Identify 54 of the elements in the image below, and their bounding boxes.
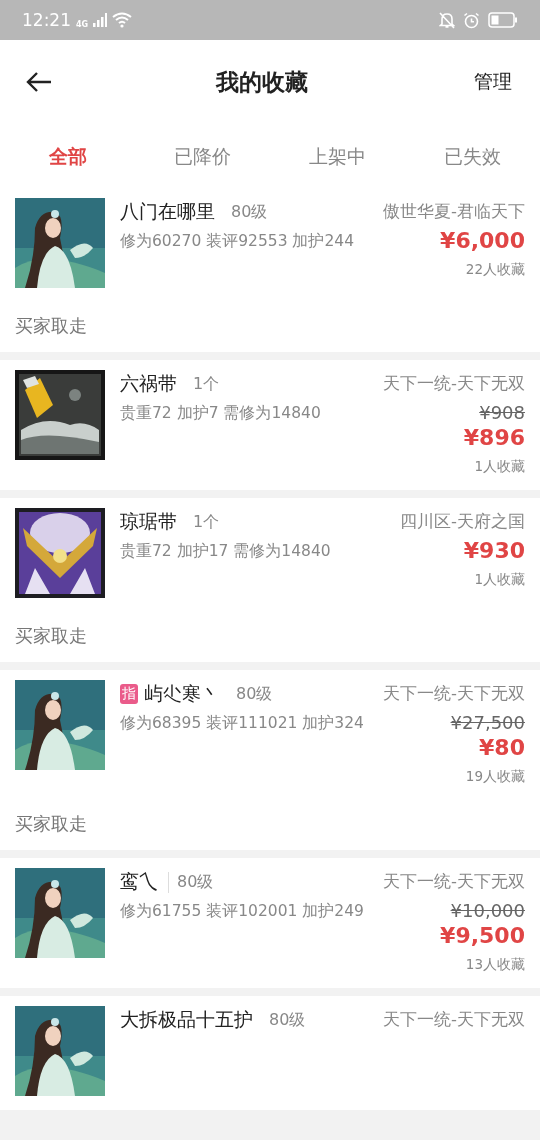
server-name: 天下一统-天下无双 xyxy=(383,683,525,705)
price: ¥930 xyxy=(463,538,525,563)
status-note: 买家取走 xyxy=(15,812,88,836)
item-level: 80级 xyxy=(231,201,268,223)
signal-icon xyxy=(93,13,108,27)
item-level: 1个 xyxy=(193,373,220,395)
muted-bell-icon xyxy=(439,11,455,29)
item-name: 琼琚带 xyxy=(120,509,177,534)
item-stats: 修为60270 装评92553 加护244 xyxy=(120,231,356,252)
filter-tab[interactable]: 已降价 xyxy=(135,136,270,178)
item-level: 1个 xyxy=(193,511,220,533)
price: ¥6,000 xyxy=(440,228,525,253)
item-stats: 贵重72 加护7 需修为14840 xyxy=(120,403,322,424)
item-name: 鸾乀 xyxy=(120,869,158,894)
back-arrow-icon xyxy=(26,71,52,93)
server-name: 天下一统-天下无双 xyxy=(383,373,525,395)
network-type: 4G xyxy=(76,20,89,29)
price: ¥80 xyxy=(479,735,525,760)
item-name: 大拆极品十五护 xyxy=(120,1007,253,1032)
wifi-icon xyxy=(112,12,133,28)
item-level: 80级 xyxy=(168,871,214,893)
original-price: ¥27,500 xyxy=(450,712,525,733)
favorite-count: 1人收藏 xyxy=(474,458,525,476)
manage-button[interactable]: 管理 xyxy=(462,65,524,99)
item-name: 六祸带 xyxy=(120,371,177,396)
server-name: 天下一统-天下无双 xyxy=(383,1009,525,1031)
original-price: ¥10,000 xyxy=(450,900,525,921)
server-name: 四川区-天府之国 xyxy=(400,511,525,533)
alarm-icon xyxy=(463,11,480,29)
tag-badge: 指 xyxy=(120,684,138,704)
battery-icon xyxy=(488,12,518,28)
item-name: 屿尐寒丶 xyxy=(144,681,220,706)
item-name: 八门在哪里 xyxy=(120,199,215,224)
item-level: 80级 xyxy=(236,683,273,705)
price: ¥9,500 xyxy=(440,923,525,948)
price: ¥896 xyxy=(463,425,525,450)
favorite-count: 22人收藏 xyxy=(465,261,525,279)
filter-tab[interactable]: 全部 xyxy=(0,136,135,178)
item-stats: 贵重72 加护17 需修为14840 xyxy=(120,541,332,562)
favorite-count: 1人收藏 xyxy=(474,571,525,589)
server-name: 傲世华夏-君临天下 xyxy=(383,201,525,223)
status-time: 12:21 xyxy=(22,10,71,30)
item-stats: 修为61755 装评102001 加护249 xyxy=(120,901,365,922)
status-note: 买家取走 xyxy=(15,314,88,338)
status-note: 买家取走 xyxy=(15,624,88,648)
item-stats: 修为68395 装评111021 加护324 xyxy=(120,713,365,734)
filter-tab[interactable]: 已失效 xyxy=(405,136,540,178)
item-level: 80级 xyxy=(269,1009,306,1031)
original-price: ¥908 xyxy=(479,402,525,423)
page-title: 我的收藏 xyxy=(216,67,308,97)
filter-tab[interactable]: 上架中 xyxy=(270,136,405,178)
server-name: 天下一统-天下无双 xyxy=(383,871,525,893)
favorite-count: 19人收藏 xyxy=(465,768,525,786)
favorite-count: 13人收藏 xyxy=(465,956,525,974)
